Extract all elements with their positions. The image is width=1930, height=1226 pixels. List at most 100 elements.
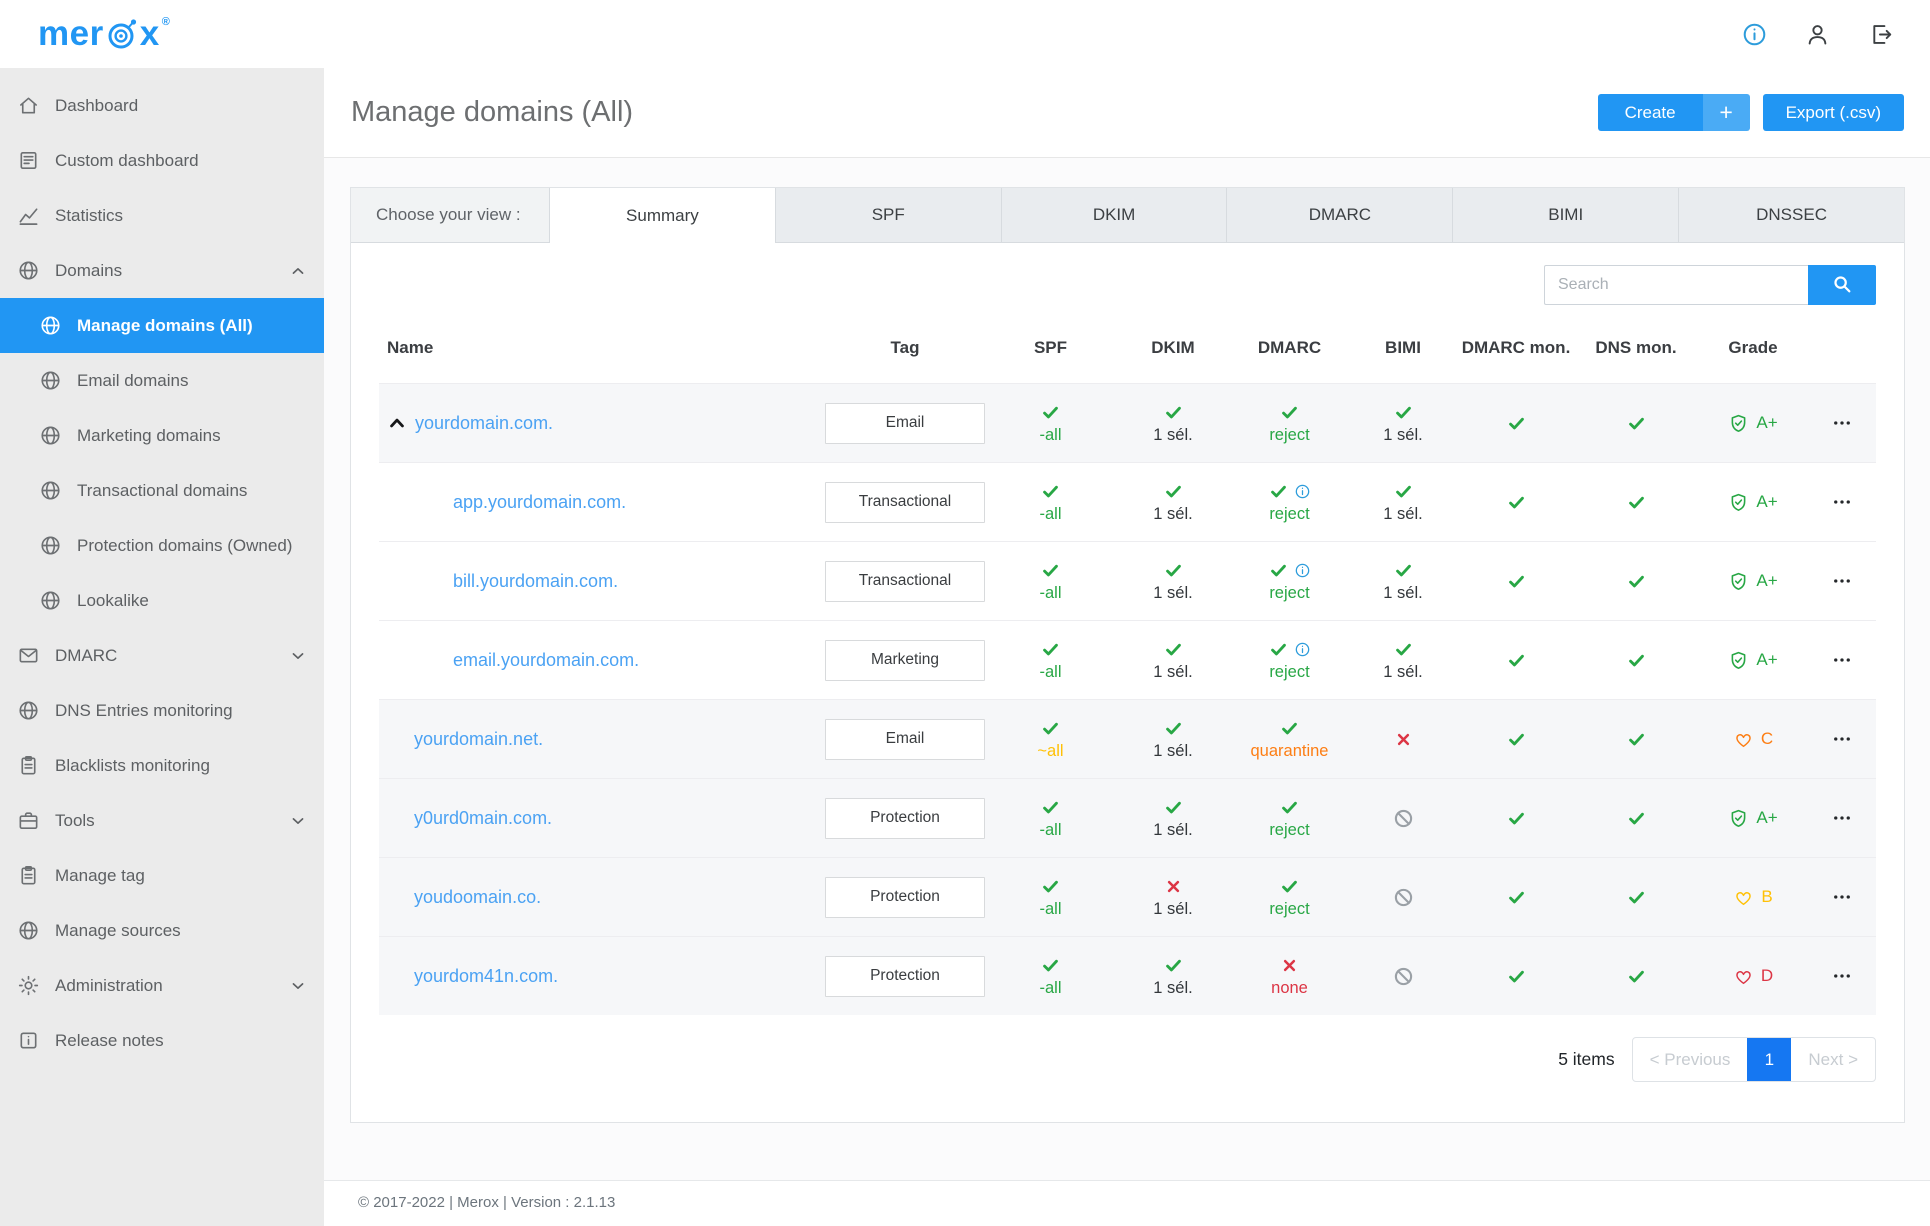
check-icon	[1041, 561, 1060, 580]
x-mark-icon	[1280, 956, 1299, 975]
row-actions-button[interactable]	[1832, 966, 1852, 986]
bimi-status	[1348, 886, 1458, 908]
check-icon	[1164, 956, 1183, 975]
tab-bimi[interactable]: BIMI	[1452, 188, 1679, 242]
info-icon[interactable]	[1294, 641, 1311, 658]
info-icon[interactable]	[1294, 562, 1311, 579]
domain-link[interactable]: yourdomain.net.	[414, 729, 543, 750]
check-icon	[1627, 809, 1646, 828]
check-icon	[1269, 482, 1288, 501]
merox-logo[interactable]: mer x ®	[38, 14, 170, 54]
sidebar-item-blacklists-monitoring[interactable]: Blacklists monitoring	[0, 738, 324, 793]
sidebar-item-administration[interactable]: Administration	[0, 958, 324, 1013]
tab-dmarc[interactable]: DMARC	[1226, 188, 1453, 242]
spf-status: ~all	[986, 717, 1115, 761]
check-icon	[1507, 493, 1526, 512]
domain-link[interactable]: y0urd0main.com.	[414, 808, 552, 829]
sidebar-item-marketing-domains[interactable]: Marketing domains	[0, 408, 324, 463]
notes-icon	[17, 1029, 40, 1052]
sidebar-item-protection-domains-owned[interactable]: Protection domains (Owned)	[0, 518, 324, 573]
dmarc-status: reject	[1231, 480, 1348, 524]
chevron-down-icon	[292, 982, 304, 989]
sidebar-item-manage-domains-all[interactable]: Manage domains (All)	[0, 298, 324, 353]
sidebar-item-dashboard[interactable]: Dashboard	[0, 78, 324, 133]
check-icon	[1628, 496, 1644, 508]
dns-mon-status	[1574, 649, 1698, 671]
sidebar-item-label: Transactional domains	[77, 480, 248, 500]
x-mark-icon	[1394, 730, 1413, 749]
sidebar-item-statistics[interactable]: Statistics	[0, 188, 324, 243]
globe-icon	[41, 316, 60, 335]
shield-icon	[1731, 493, 1746, 511]
domain-link[interactable]: youdoomain.co.	[414, 887, 541, 908]
info-circle-icon[interactable]	[1741, 21, 1768, 48]
export-csv-button[interactable]: Export (.csv)	[1762, 94, 1904, 131]
sidebar-item-manage-tag[interactable]: Manage tag	[0, 848, 324, 903]
dmarc-status: none	[1231, 954, 1348, 998]
domain-link[interactable]: yourdomain.com.	[415, 413, 553, 434]
sidebar-item-tools[interactable]: Tools	[0, 793, 324, 848]
sidebar-item-custom-dashboard[interactable]: Custom dashboard	[0, 133, 324, 188]
sidebar-item-dmarc[interactable]: DMARC	[0, 628, 324, 683]
tab-dnssec[interactable]: DNSSEC	[1678, 188, 1904, 242]
check-icon	[1628, 575, 1644, 587]
domain-link[interactable]: app.yourdomain.com.	[453, 492, 626, 513]
check-icon	[1043, 880, 1058, 892]
current-page-button[interactable]: 1	[1747, 1038, 1792, 1081]
user-account-icon[interactable]	[1804, 21, 1831, 48]
dns-mon-status	[1574, 412, 1698, 434]
check-icon	[1508, 733, 1524, 745]
row-actions-button[interactable]	[1832, 571, 1852, 591]
heart-icon	[1736, 733, 1751, 747]
row-actions-button[interactable]	[1832, 492, 1852, 512]
check-icon	[1165, 485, 1181, 497]
collapse-group-button[interactable]	[387, 413, 407, 433]
logo-text-post: x	[139, 14, 160, 53]
sidebar-item-email-domains[interactable]: Email domains	[0, 353, 324, 408]
globe-icon	[39, 534, 62, 557]
spf-status: -all	[986, 638, 1115, 682]
create-button[interactable]: Create +	[1597, 94, 1750, 131]
logo-target-icon	[105, 17, 139, 51]
check-icon	[1508, 417, 1524, 429]
sidebar-item-transactional-domains[interactable]: Transactional domains	[0, 463, 324, 518]
sidebar-item-manage-sources[interactable]: Manage sources	[0, 903, 324, 958]
logout-icon[interactable]	[1867, 21, 1894, 48]
sidebar-item-domains[interactable]: Domains	[0, 243, 324, 298]
check-icon	[1508, 654, 1524, 666]
tab-spf[interactable]: SPF	[774, 188, 1001, 242]
domain-link[interactable]: bill.yourdomain.com.	[453, 571, 618, 592]
bimi-status: 1 sél.	[1348, 401, 1458, 445]
domain-link[interactable]: yourdom41n.com.	[414, 966, 558, 987]
row-actions-button[interactable]	[1832, 808, 1852, 828]
notes-icon	[20, 1032, 37, 1049]
sidebar-item-lookalike[interactable]: Lookalike	[0, 573, 324, 628]
logo-text-pre: mer	[38, 14, 104, 53]
shield-grade-icon	[1728, 808, 1749, 829]
row-actions-button[interactable]	[1832, 650, 1852, 670]
row-actions-button[interactable]	[1832, 887, 1852, 907]
info-icon[interactable]	[1294, 483, 1311, 500]
row-actions-button[interactable]	[1832, 413, 1852, 433]
dns-mon-status	[1574, 965, 1698, 987]
previous-page-button[interactable]: < Previous	[1633, 1038, 1748, 1081]
sidebar-item-release-notes[interactable]: Release notes	[0, 1013, 324, 1068]
domains-card: Choose your view : Summary SPF DKIM DMARC BI…	[350, 187, 1905, 1123]
prohibited-icon	[1393, 808, 1414, 829]
view-tabs: Choose your view : Summary SPF DKIM DMARC BI…	[351, 188, 1904, 243]
search-button[interactable]	[1808, 265, 1876, 305]
spf-status-text: -all	[1039, 426, 1062, 444]
check-icon	[1508, 970, 1524, 982]
domain-link[interactable]: email.yourdomain.com.	[453, 650, 639, 671]
check-icon	[1282, 880, 1297, 892]
tab-dkim[interactable]: DKIM	[1000, 188, 1227, 242]
row-actions-button[interactable]	[1832, 729, 1852, 749]
clipboard-icon	[17, 864, 40, 887]
tab-summary[interactable]: Summary	[549, 188, 775, 243]
info-icon	[1295, 484, 1309, 498]
sidebar-item-dns-entries-monitoring[interactable]: DNS Entries monitoring	[0, 683, 324, 738]
search-input[interactable]	[1544, 265, 1808, 305]
doc-icon	[17, 149, 40, 172]
next-page-button[interactable]: Next >	[1791, 1038, 1875, 1081]
column-header-dns-mon: DNS mon.	[1595, 338, 1677, 358]
